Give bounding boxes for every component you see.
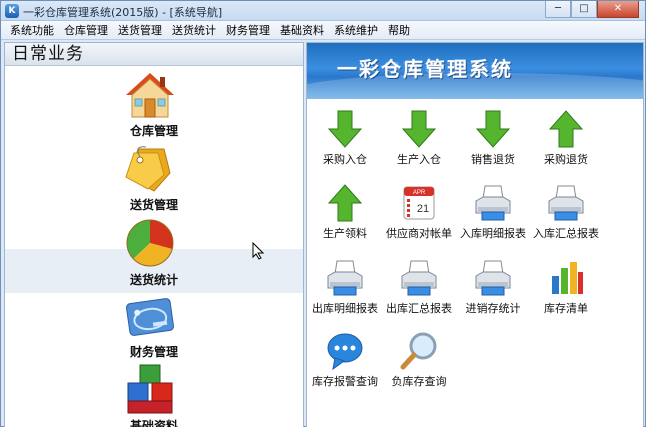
mouse-cursor-icon bbox=[252, 242, 264, 260]
green-down-arrow-icon bbox=[327, 110, 363, 148]
menu-delivery[interactable]: 送货管理 bbox=[113, 21, 167, 39]
printer-icon bbox=[327, 260, 363, 296]
menu-bar: 系统功能 仓库管理 送货管理 送货统计 财务管理 基础资料 系统维护 帮助 bbox=[1, 21, 645, 40]
green-up-arrow-icon bbox=[327, 184, 363, 222]
nav-label: 财务管理 bbox=[129, 345, 178, 359]
cubes-icon bbox=[127, 364, 173, 414]
speech-bubble-icon bbox=[327, 333, 363, 371]
func-purchase-return[interactable]: 采购退货 bbox=[526, 109, 606, 169]
nav-label: 送货管理 bbox=[129, 198, 178, 212]
nav-label: 仓库管理 bbox=[129, 124, 178, 138]
func-negative-stock-query[interactable]: 负库存查询 bbox=[379, 331, 459, 391]
printer-icon bbox=[548, 185, 584, 221]
func-label: 采购退货 bbox=[544, 153, 588, 166]
menu-help[interactable]: 帮助 bbox=[383, 21, 415, 39]
nav-finance[interactable]: 财务管理 bbox=[5, 293, 303, 363]
app-logo-icon: K bbox=[5, 4, 19, 18]
bar-chart-icon bbox=[552, 262, 583, 294]
printer-icon bbox=[401, 260, 437, 296]
nav-delivery[interactable]: 送货管理 bbox=[5, 143, 303, 215]
house-icon bbox=[126, 73, 174, 118]
func-label: 负库存查询 bbox=[391, 375, 447, 388]
nav-warehouse[interactable]: 仓库管理 bbox=[5, 69, 303, 139]
green-down-arrow-icon bbox=[401, 110, 437, 148]
printer-icon bbox=[475, 260, 511, 296]
close-button[interactable]: ✕ bbox=[597, 1, 639, 18]
window-controls: ─ □ ✕ bbox=[545, 1, 639, 19]
window-title: 一彩仓库管理系统(2015版) - [系统导航] bbox=[23, 6, 223, 19]
green-up-arrow-icon bbox=[548, 110, 584, 148]
func-inbound-summary-report[interactable]: 入库汇总报表 bbox=[526, 183, 606, 243]
app-window: K 一彩仓库管理系统(2015版) - [系统导航] ─ □ ✕ 系统功能 仓库… bbox=[0, 0, 646, 427]
tags-icon bbox=[125, 146, 171, 192]
menu-warehouse[interactable]: 仓库管理 bbox=[59, 21, 113, 39]
nav-basic-data[interactable]: 基础资料 bbox=[5, 363, 303, 427]
maximize-button[interactable]: □ bbox=[571, 1, 597, 18]
nav-label: 送货统计 bbox=[129, 273, 178, 287]
magnifier-icon bbox=[400, 332, 437, 370]
printer-icon bbox=[475, 185, 511, 221]
nav-label: 基础资料 bbox=[129, 419, 178, 427]
banner-reflection: 一彩仓库管理系统 bbox=[337, 60, 513, 75]
func-label: 库存清单 bbox=[544, 302, 588, 315]
func-inventory-list[interactable]: 库存清单 bbox=[526, 258, 606, 318]
menu-basic-data[interactable]: 基础资料 bbox=[275, 21, 329, 39]
menu-delivery-stats[interactable]: 送货统计 bbox=[167, 21, 221, 39]
menu-system-functions[interactable]: 系统功能 bbox=[5, 21, 59, 39]
bank-card-icon bbox=[126, 298, 174, 336]
func-label: 入库汇总报表 bbox=[533, 227, 599, 240]
calendar-month: APR bbox=[413, 190, 426, 196]
title-bar[interactable]: K 一彩仓库管理系统(2015版) - [系统导航] ─ □ ✕ bbox=[1, 1, 645, 21]
menu-maintenance[interactable]: 系统维护 bbox=[329, 21, 383, 39]
function-panel: 一彩仓库管理系统 一彩仓库管理系统 采购入仓 生产入仓 销售退货 采购退货 生产… bbox=[306, 42, 644, 427]
menu-finance[interactable]: 财务管理 bbox=[221, 21, 275, 39]
app-banner: 一彩仓库管理系统 一彩仓库管理系统 bbox=[307, 43, 643, 99]
pie-chart-icon bbox=[126, 219, 174, 267]
green-down-arrow-icon bbox=[475, 110, 511, 148]
calendar-icon: APR 21 bbox=[403, 186, 435, 220]
daily-business-panel: 日常业务 仓库管理 送货管理 送货统计 财务管理 基础资料 bbox=[4, 42, 304, 427]
calendar-day: 21 bbox=[417, 203, 429, 215]
panel-title: 日常业务 bbox=[5, 43, 303, 66]
minimize-button[interactable]: ─ bbox=[545, 1, 571, 18]
